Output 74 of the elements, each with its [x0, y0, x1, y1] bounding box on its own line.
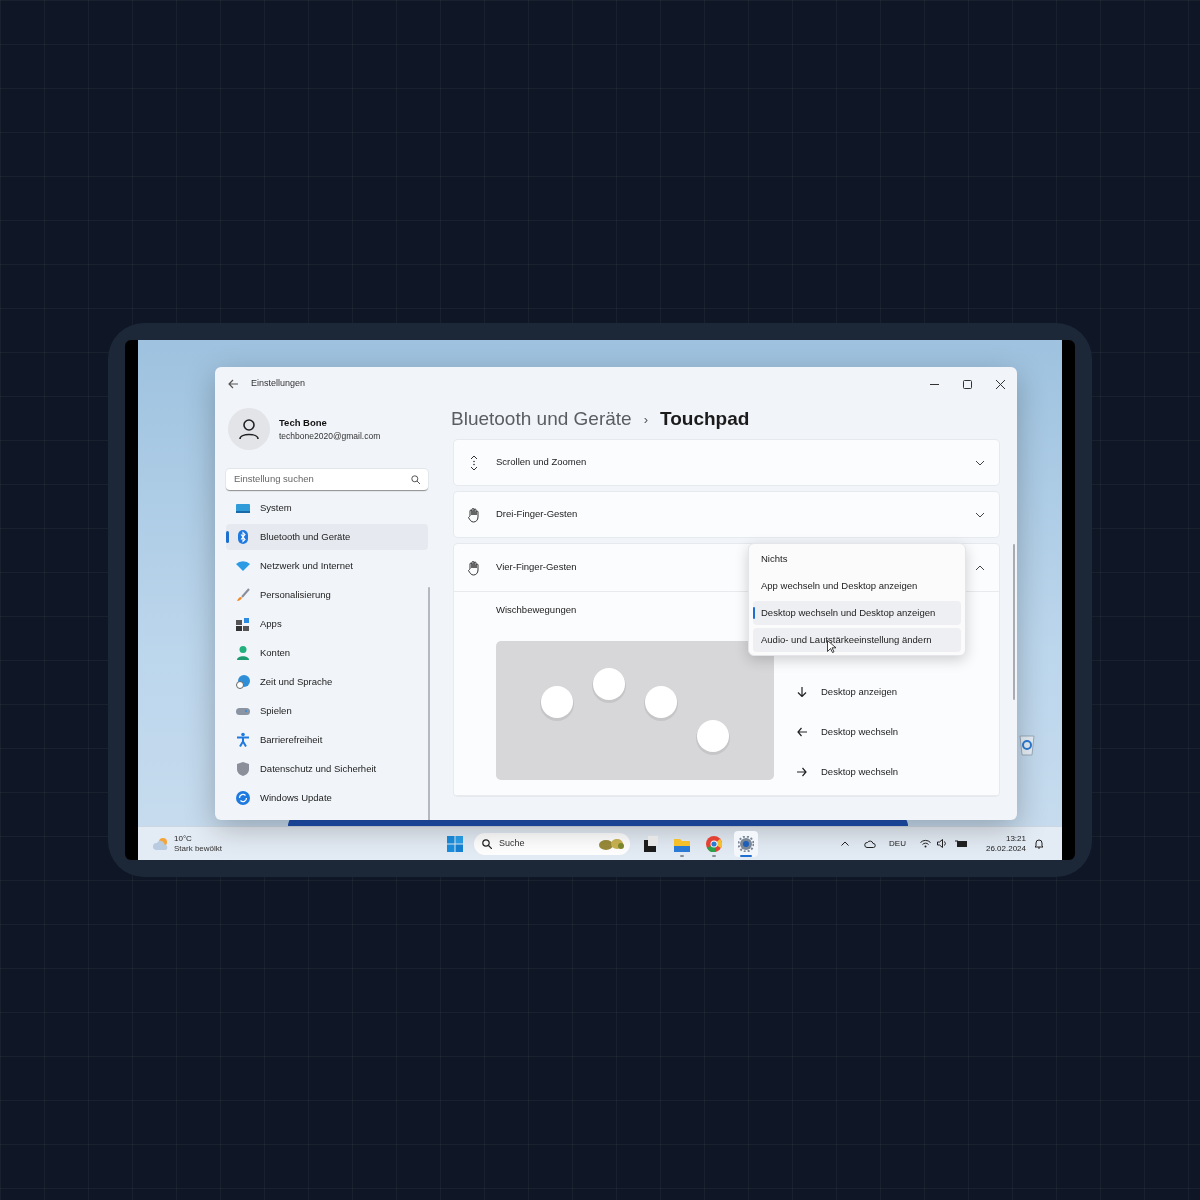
nav-item[interactable]: Bluetooth und Geräte	[226, 524, 428, 550]
arrow-down-icon	[797, 687, 807, 697]
speaker-icon[interactable]	[936, 839, 948, 848]
wifi-icon[interactable]	[919, 839, 931, 848]
selection-indicator	[226, 531, 229, 543]
wifi-icon	[235, 558, 251, 574]
shield-icon	[235, 761, 251, 777]
expander-header[interactable]: Drei-Finger-Gesten	[454, 492, 999, 537]
nav-item[interactable]: Netzwerk und Internet	[226, 553, 428, 579]
weather-temperature: 10°C	[174, 833, 193, 844]
selection-indicator	[753, 607, 755, 619]
arrow-right-icon	[797, 767, 807, 777]
gesture-action: Desktop wechseln	[821, 724, 899, 739]
apps-icon	[235, 616, 251, 632]
chevron-down-icon	[975, 511, 985, 518]
chevron-up-icon[interactable]	[841, 841, 850, 846]
chevron-down-icon	[975, 459, 985, 466]
weather-condition: Stark bewölkt	[174, 843, 223, 854]
gear-icon	[738, 835, 754, 852]
nav-item[interactable]: Konten	[226, 640, 428, 666]
gesture-action: Desktop anzeigen	[821, 684, 898, 699]
window-title: Einstellungen	[251, 377, 306, 391]
hand-icon	[467, 506, 481, 523]
start-icon[interactable]	[447, 835, 463, 852]
expander-header[interactable]: Scrollen und Zoomen	[454, 440, 999, 485]
running-indicator	[680, 854, 684, 857]
account-name: Tech Bone	[279, 415, 328, 430]
swipe-label: Wischbewegungen	[496, 603, 577, 617]
nav-item[interactable]: Spielen	[226, 698, 428, 724]
browser-icon	[706, 835, 722, 852]
breadcrumb-parent[interactable]: Bluetooth und Geräte	[451, 405, 632, 434]
nav-item[interactable]: Barrierefreiheit	[226, 727, 428, 753]
nav-item[interactable]: Windows Update	[226, 785, 428, 811]
nav-item[interactable]: Personalisierung	[226, 582, 428, 608]
nuts-drawing	[598, 836, 626, 851]
clock-time[interactable]: 13:21	[1005, 833, 1026, 844]
page-title: Touchpad	[660, 407, 750, 432]
gesture-action: Desktop wechseln	[821, 764, 899, 779]
search-icon	[482, 838, 492, 849]
bell-icon[interactable]	[1034, 838, 1044, 849]
language-indicator[interactable]: DEU	[889, 837, 906, 850]
search-field[interactable]: Einstellung suchen	[226, 469, 428, 491]
person-icon	[238, 418, 260, 440]
running-indicator	[740, 854, 752, 857]
search-icon	[411, 475, 420, 484]
account-email: techbone2020@gmail.com	[279, 429, 381, 443]
window-app-icon	[642, 835, 658, 852]
paintbrush-icon	[235, 587, 251, 603]
update-icon	[235, 790, 251, 806]
taskbar-search[interactable]: Suche	[474, 832, 630, 855]
menu-option[interactable]: Audio- und Lautstärkeeinstellung ändern	[753, 628, 961, 652]
nav-item[interactable]: Apps	[226, 611, 428, 637]
nav-item[interactable]: Zeit und Sprache	[226, 669, 428, 695]
cloud-icon[interactable]	[864, 839, 877, 848]
running-indicator	[712, 854, 716, 857]
back-arrow-icon[interactable]	[227, 378, 239, 390]
nav-item[interactable]: Datenschutz und Sicherheit	[226, 756, 428, 782]
person-icon	[235, 645, 251, 661]
breadcrumb-separator: ›	[643, 410, 648, 429]
accessibility-icon	[235, 732, 251, 748]
battery-plug-icon[interactable]	[954, 839, 968, 848]
scroll-arrows-icon	[468, 454, 480, 471]
menu-option[interactable]: Nichts	[753, 547, 961, 571]
close-icon[interactable]	[996, 379, 1005, 389]
arrow-left-icon	[797, 727, 807, 737]
globe-clock-icon	[235, 674, 251, 690]
nav-item[interactable]: System	[226, 495, 428, 521]
hand-icon	[467, 559, 481, 576]
chevron-up-icon	[975, 564, 985, 571]
menu-option[interactable]: Desktop wechseln und Desktop anzeigen	[753, 601, 961, 625]
cloud-sun-icon	[152, 836, 170, 851]
bluetooth-icon	[235, 529, 251, 545]
maximize-icon[interactable]	[963, 379, 972, 389]
clock-date[interactable]: 26.02.2024	[985, 843, 1026, 854]
